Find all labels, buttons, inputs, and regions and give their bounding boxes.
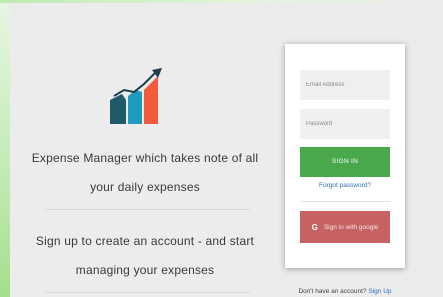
tagline-line-2: your daily expenses [90,180,200,194]
tagline-line-1: Expense Manager which takes note of all [31,151,259,165]
left-edge-gradient [0,0,10,297]
email-field[interactable] [300,70,390,100]
growth-chart-logo-icon [110,68,162,124]
divider [45,209,250,210]
signup-prompt-line-1: Sign up to create an account - and start [35,234,255,248]
sign-up-link[interactable]: Sign Up [368,288,391,295]
top-edge-gradient [0,0,443,3]
card-divider [300,201,390,202]
password-field[interactable] [300,109,390,139]
sign-in-button[interactable]: SIGN IN [300,147,390,177]
google-sign-in-label: Sign in with google [323,223,379,231]
signup-prompt-line-2: managing your expenses [75,263,215,277]
google-sign-in-button[interactable]: G Sign in with google [300,211,390,243]
forgot-password-link[interactable]: Forgot password? [300,182,390,189]
no-account-text: Don't have an account? [298,288,367,295]
signup-footer: Don't have an account? Sign Up [285,288,405,295]
divider [45,292,250,293]
google-icon: G [311,222,318,232]
login-card: SIGN IN Forgot password? G Sign in with … [285,44,405,268]
